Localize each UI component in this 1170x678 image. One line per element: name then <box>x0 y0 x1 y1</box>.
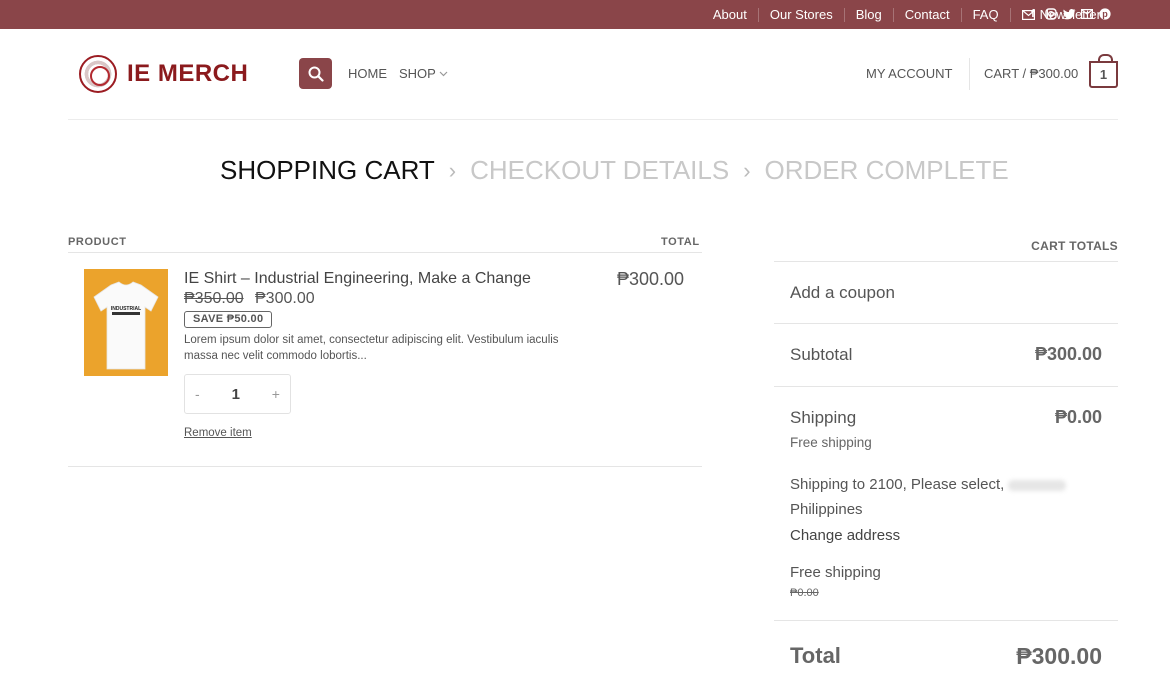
header-divider <box>969 58 970 90</box>
remove-item-link[interactable]: Remove item <box>184 427 252 439</box>
totals-divider <box>774 386 1118 387</box>
nav-home[interactable]: HOME <box>348 66 387 81</box>
top-link-our-stores[interactable]: Our Stores <box>757 7 844 22</box>
checkout-steps: SHOPPING CART › CHECKOUT DETAILS › ORDER… <box>220 155 1009 186</box>
search-icon <box>308 66 324 82</box>
chevron-right-icon: › <box>448 157 457 183</box>
top-link-about[interactable]: About <box>702 7 758 22</box>
tshirt-image: INDUSTRIAL <box>93 281 159 370</box>
top-link-contact[interactable]: Contact <box>892 7 961 22</box>
top-link-faq[interactable]: FAQ <box>960 7 1010 22</box>
quantity-input[interactable]: 1 <box>232 386 240 403</box>
shipping-option-price: ₱0.00 <box>790 587 819 599</box>
free-shipping-label: Free shipping <box>790 435 872 450</box>
facebook-icon[interactable]: f <box>1026 7 1040 21</box>
site-logo[interactable]: IE MERCH <box>79 55 248 93</box>
step-order-complete: ORDER COMPLETE <box>764 155 1009 185</box>
cart-totals-title: CART TOTALS <box>1031 239 1118 253</box>
total-label: Total <box>790 643 841 668</box>
my-account-link[interactable]: MY ACCOUNT <box>866 66 952 81</box>
top-bar: About Our Stores Blog Contact FAQ Newsle… <box>0 0 1170 29</box>
cart-link[interactable]: CART / ₱300.00 <box>984 66 1078 81</box>
table-header-line <box>68 252 702 253</box>
sale-price: ₱300.00 <box>255 290 315 307</box>
cart-count-icon[interactable]: 1 <box>1089 54 1118 88</box>
column-header-product: PRODUCT <box>68 236 127 248</box>
nav-shop[interactable]: SHOP <box>399 66 448 81</box>
svg-text:p: p <box>1102 9 1108 19</box>
add-coupon-link[interactable]: Add a coupon <box>790 283 895 303</box>
totals-divider <box>774 261 1118 262</box>
column-header-total: TOTAL <box>661 236 700 248</box>
redacted-region <box>1008 479 1067 491</box>
totals-divider <box>774 620 1118 621</box>
search-button[interactable] <box>299 58 332 89</box>
main-nav: HOME SHOP <box>348 66 448 81</box>
table-bottom-line <box>68 466 702 467</box>
original-price: ₱350.00 <box>184 290 244 307</box>
quantity-minus-button[interactable]: - <box>195 386 200 402</box>
shipping-destination: Shipping to 2100, Please select, <box>790 476 1067 493</box>
social-icons: f p <box>1026 7 1112 21</box>
quantity-stepper: - 1 + <box>184 374 291 414</box>
top-link-blog[interactable]: Blog <box>843 7 893 22</box>
change-address-link[interactable]: Change address <box>790 527 900 544</box>
header-divider-line <box>68 119 1118 120</box>
save-badge: SAVE ₱50.00 <box>184 311 273 328</box>
chevron-down-icon <box>439 71 448 76</box>
subtotal-label: Subtotal <box>790 345 853 364</box>
totals-divider <box>774 323 1118 324</box>
total-value: ₱300.00 <box>1016 643 1102 669</box>
chevron-right-icon: › <box>743 157 751 183</box>
nav-shop-label: SHOP <box>399 66 436 81</box>
line-total: ₱300.00 <box>617 269 685 289</box>
shipping-country: Philippines <box>790 501 863 518</box>
shipping-label: Shipping <box>790 408 857 427</box>
product-description: Lorem ipsum dolor sit amet, consectetur … <box>184 334 559 362</box>
pinterest-icon[interactable]: p <box>1098 7 1112 21</box>
quantity-plus-button[interactable]: + <box>272 386 280 402</box>
shipping-to-text: Shipping to 2100, Please select, <box>790 476 1005 493</box>
step-shopping-cart[interactable]: SHOPPING CART <box>220 155 435 186</box>
twitter-icon[interactable] <box>1062 7 1076 21</box>
instagram-icon[interactable] <box>1044 7 1058 21</box>
logo-text: IE MERCH <box>127 60 249 87</box>
shirt-print-text: INDUSTRIAL <box>111 306 141 312</box>
product-name-link[interactable]: IE Shirt – Industrial Engineering, Make … <box>184 270 531 288</box>
step-checkout-details[interactable]: CHECKOUT DETAILS <box>470 155 729 186</box>
logo-seal-icon <box>79 55 117 93</box>
shipping-value: ₱0.00 <box>1054 407 1102 427</box>
email-icon[interactable] <box>1080 7 1094 21</box>
product-thumbnail[interactable]: INDUSTRIAL <box>84 269 168 376</box>
subtotal-value: ₱300.00 <box>1034 344 1102 364</box>
shipping-option-label: Free shipping <box>790 564 881 581</box>
